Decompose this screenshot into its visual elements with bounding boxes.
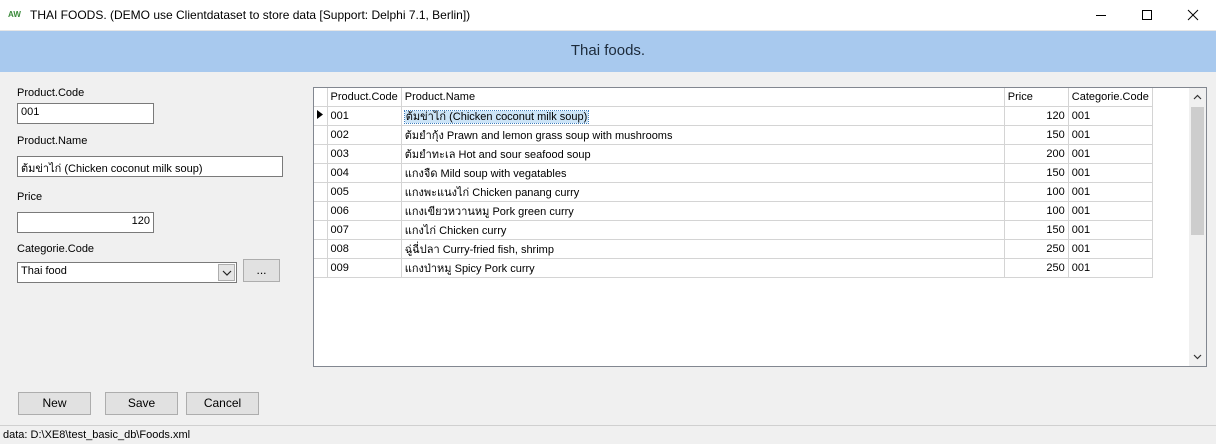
cell-product-code[interactable]: 005: [327, 182, 402, 202]
cell-price[interactable]: 100: [1004, 201, 1069, 221]
products-grid[interactable]: Product.Code Product.Name Price Categori…: [313, 87, 1207, 367]
new-button[interactable]: New: [18, 392, 91, 415]
table-row[interactable]: 002 ต้มยำกุ้ง Prawn and lemon grass soup…: [314, 125, 1153, 145]
table-row[interactable]: 003 ต้มยำทะเล Hot and sour seafood soup …: [314, 144, 1153, 164]
scroll-up-icon[interactable]: [1193, 94, 1202, 100]
minimize-button[interactable]: [1078, 0, 1124, 30]
cell-price[interactable]: 200: [1004, 144, 1069, 164]
cell-product-code[interactable]: 006: [327, 201, 402, 221]
cell-product-code[interactable]: 004: [327, 163, 402, 183]
product-name-field[interactable]: ต้มข่าไก่ (Chicken coconut milk soup): [17, 156, 283, 177]
header-band: Thai foods.: [0, 31, 1216, 72]
grid-header-row: Product.Code Product.Name Price Categori…: [314, 88, 1153, 107]
cell-product-name[interactable]: ฉู่ฉี่ปลา Curry-fried fish, shrimp: [401, 239, 1005, 259]
close-icon: [1187, 9, 1199, 21]
table-row[interactable]: 009 แกงป่าหมู Spicy Pork curry 250 001: [314, 258, 1153, 278]
cell-category-code[interactable]: 001: [1068, 163, 1153, 183]
table-row[interactable]: 008 ฉู่ฉี่ปลา Curry-fried fish, shrimp 2…: [314, 239, 1153, 259]
scrollbar-thumb[interactable]: [1191, 107, 1204, 235]
minimize-icon: [1096, 15, 1106, 16]
cell-price[interactable]: 250: [1004, 239, 1069, 259]
cell-price[interactable]: 150: [1004, 163, 1069, 183]
app-icon: AW: [8, 10, 21, 19]
cell-product-name[interactable]: แกงไก่ Chicken curry: [401, 220, 1005, 240]
cell-category-code[interactable]: 001: [1068, 220, 1153, 240]
product-code-label: Product.Code: [17, 87, 85, 99]
column-header-category-code[interactable]: Categorie.Code: [1068, 88, 1153, 107]
price-label: Price: [17, 191, 43, 203]
table-row[interactable]: 006 แกงเขียวหวานหมู Pork green curry 100…: [314, 201, 1153, 221]
scroll-down-icon[interactable]: [1193, 354, 1202, 360]
category-combobox-value: Thai food: [21, 265, 67, 277]
table-row[interactable]: 005 แกงพะแนงไก่ Chicken panang curry 100…: [314, 182, 1153, 202]
cell-product-name[interactable]: ต้มยำทะเล Hot and sour seafood soup: [401, 144, 1005, 164]
close-button[interactable]: [1170, 0, 1216, 30]
cell-product-name[interactable]: ต้มยำกุ้ง Prawn and lemon grass soup wit…: [401, 125, 1005, 145]
cell-price[interactable]: 150: [1004, 125, 1069, 145]
cell-product-name[interactable]: แกงป่าหมู Spicy Pork curry: [401, 258, 1005, 278]
column-header-price[interactable]: Price: [1004, 88, 1069, 107]
row-indicator: [314, 125, 328, 145]
cell-product-code[interactable]: 001: [327, 106, 402, 126]
maximize-icon: [1142, 10, 1152, 20]
cell-price[interactable]: 150: [1004, 220, 1069, 240]
cancel-button[interactable]: Cancel: [186, 392, 259, 415]
status-text: data: D:\XE8\test_basic_db\Foods.xml: [3, 429, 191, 441]
combobox-dropdown-button[interactable]: [218, 264, 235, 281]
table-row[interactable]: 001 ต้มข่าไก่ (Chicken coconut milk soup…: [314, 106, 1153, 126]
row-indicator: [314, 220, 328, 240]
row-indicator: [314, 239, 328, 259]
cell-product-name[interactable]: แกงจืด Mild soup with vegatables: [401, 163, 1005, 183]
cell-product-name[interactable]: ต้มข่าไก่ (Chicken coconut milk soup): [401, 106, 1005, 126]
current-row-arrow-icon: [317, 109, 324, 119]
cell-product-code[interactable]: 008: [327, 239, 402, 259]
maximize-button[interactable]: [1124, 0, 1170, 30]
row-indicator: [314, 106, 328, 126]
cell-product-code[interactable]: 002: [327, 125, 402, 145]
cell-category-code[interactable]: 001: [1068, 106, 1153, 126]
table-row[interactable]: 007 แกงไก่ Chicken curry 150 001: [314, 220, 1153, 240]
row-indicator: [314, 201, 328, 221]
row-indicator: [314, 144, 328, 164]
product-code-field[interactable]: 001: [17, 103, 154, 124]
vertical-scrollbar[interactable]: [1189, 88, 1206, 366]
cell-product-name[interactable]: แกงพะแนงไก่ Chicken panang curry: [401, 182, 1005, 202]
category-combobox[interactable]: Thai food: [17, 262, 237, 283]
cell-category-code[interactable]: 001: [1068, 239, 1153, 259]
product-name-label: Product.Name: [17, 135, 88, 147]
cell-category-code[interactable]: 001: [1068, 125, 1153, 145]
category-label: Categorie.Code: [17, 243, 95, 255]
cell-price[interactable]: 120: [1004, 106, 1069, 126]
row-indicator: [314, 182, 328, 202]
cell-category-code[interactable]: 001: [1068, 182, 1153, 202]
browse-category-button[interactable]: ...: [243, 259, 280, 282]
column-header-product-code[interactable]: Product.Code: [327, 88, 402, 107]
window-title: THAI FOODS. (DEMO use Clientdataset to s…: [30, 8, 471, 22]
cell-category-code[interactable]: 001: [1068, 258, 1153, 278]
price-field[interactable]: 120: [17, 212, 154, 233]
row-indicator: [314, 163, 328, 183]
save-button[interactable]: Save: [105, 392, 178, 415]
cell-price[interactable]: 100: [1004, 182, 1069, 202]
cell-product-code[interactable]: 003: [327, 144, 402, 164]
cell-category-code[interactable]: 001: [1068, 201, 1153, 221]
cell-price[interactable]: 250: [1004, 258, 1069, 278]
table-row[interactable]: 004 แกงจืด Mild soup with vegatables 150…: [314, 163, 1153, 183]
grid-table: Product.Code Product.Name Price Categori…: [314, 88, 1153, 278]
indicator-header: [314, 88, 328, 107]
cell-category-code[interactable]: 001: [1068, 144, 1153, 164]
cell-product-code[interactable]: 007: [327, 220, 402, 240]
chevron-down-icon: [222, 270, 232, 276]
row-indicator: [314, 258, 328, 278]
title-bar[interactable]: AW THAI FOODS. (DEMO use Clientdataset t…: [0, 0, 1216, 31]
cell-product-code[interactable]: 009: [327, 258, 402, 278]
header-title: Thai foods.: [570, 42, 646, 59]
cell-product-name[interactable]: แกงเขียวหวานหมู Pork green curry: [401, 201, 1005, 221]
status-bar: data: D:\XE8\test_basic_db\Foods.xml: [0, 425, 1216, 444]
selected-cell-text: ต้มข่าไก่ (Chicken coconut milk soup): [403, 109, 590, 124]
column-header-product-name[interactable]: Product.Name: [401, 88, 1005, 107]
